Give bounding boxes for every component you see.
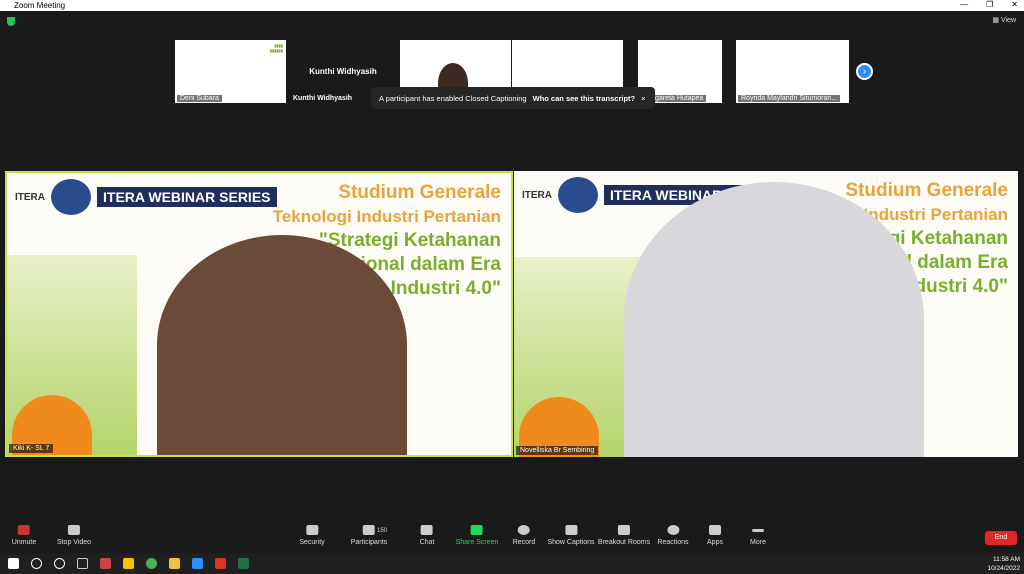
apps-icon (709, 525, 721, 535)
video-camera-icon (68, 525, 80, 535)
view-button[interactable]: ▦ View (992, 16, 1016, 24)
reactions-icon (666, 525, 679, 535)
captions-icon (565, 525, 577, 535)
close-button[interactable]: ✕ (1011, 0, 1018, 9)
muted-mic-icon (17, 525, 30, 535)
label: Reactions (657, 539, 689, 546)
participant-count: 150 (376, 528, 388, 534)
cortana-icon[interactable] (54, 558, 65, 569)
search-icon[interactable] (31, 558, 42, 569)
university-logo (51, 179, 91, 215)
file-explorer-icon[interactable] (169, 558, 180, 569)
breakout-rooms-button[interactable]: Breakout Rooms (598, 525, 650, 546)
clock-date: 10/24/2022 (987, 565, 1020, 572)
video-tile-speaker[interactable]: ITERA ITERA WEBINAR SERIES Studium Genera… (5, 171, 513, 457)
minimize-button[interactable]: — (960, 0, 968, 9)
thumbnail-tile[interactable]: ▮▮▮▮ ▮▮▮▮▮▮ Deni Subara (175, 40, 286, 103)
slide-logos: ITERA ITERA WEBINAR SERIES (15, 179, 277, 215)
maximize-button[interactable]: ❐ (986, 0, 993, 9)
sticky-notes-icon[interactable] (123, 558, 134, 569)
shield-icon (305, 525, 318, 535)
zoom-icon[interactable] (192, 558, 203, 569)
clock-time: 11:58 AM (993, 556, 1020, 563)
apps-button[interactable]: Apps (707, 525, 723, 546)
share-screen-button[interactable]: Share Screen (455, 525, 499, 546)
participant-name: Roynda Maylandri Situmoran... (738, 95, 841, 102)
transcript-link[interactable]: Who can see this transcript? (533, 94, 636, 103)
chat-icon (420, 525, 433, 535)
security-button[interactable]: Security (299, 525, 325, 546)
label: Participants (350, 539, 388, 546)
thumbnail-tile[interactable]: Roynda Maylandri Situmoran... (736, 40, 849, 103)
participant-video (624, 182, 924, 457)
windows-start-icon[interactable] (8, 558, 19, 569)
label: Chat (419, 539, 435, 546)
label: Unmute (11, 539, 37, 546)
itera-logo: ITERA (15, 191, 45, 203)
next-page-button[interactable]: › (856, 63, 873, 80)
participant-name: Kiki K- SL 7 (9, 444, 54, 453)
label: Security (299, 539, 325, 546)
label: Record (512, 539, 536, 546)
view-label: View (1000, 17, 1016, 24)
system-clock[interactable]: 11:58 AM 10/24/2022 (987, 555, 1020, 573)
label: Stop Video (56, 539, 92, 546)
reactions-button[interactable]: Reactions (657, 525, 689, 546)
participant-name: Novelliska Br Sembiring (516, 446, 599, 455)
chat-button[interactable]: Chat (419, 525, 435, 546)
task-view-icon[interactable] (77, 558, 88, 569)
participant-video (157, 235, 407, 455)
caption-notification: A participant has enabled Closed Caption… (371, 87, 655, 109)
video-tile[interactable]: ITERA ITERA WEBINAR SERIES Studium Genera… (514, 171, 1018, 457)
unmute-button[interactable]: Unmute (11, 525, 37, 546)
chrome-icon[interactable] (146, 558, 157, 569)
label: More (750, 539, 766, 546)
stop-video-button[interactable]: Stop Video (57, 525, 91, 546)
show-captions-button[interactable]: Show Captions (547, 525, 595, 546)
record-button[interactable]: Record (512, 525, 536, 546)
excel-icon[interactable] (238, 558, 249, 569)
toast-close-button[interactable]: × (641, 94, 645, 103)
title-bar: Zoom Meeting — ❐ ✕ (0, 0, 1024, 11)
slide-line: Teknologi Industri Pertanian (272, 207, 501, 226)
label: Apps (707, 539, 723, 546)
itera-logo: ITERA (522, 189, 552, 201)
encryption-shield-icon[interactable] (7, 17, 15, 26)
end-meeting-button[interactable]: End (985, 531, 1017, 545)
window-title: Zoom Meeting (14, 1, 66, 10)
share-screen-icon (471, 525, 483, 535)
record-icon (517, 525, 530, 535)
participants-icon (362, 525, 375, 535)
slide-mini: ▮▮▮▮ ▮▮▮▮▮▮ (269, 43, 283, 53)
toast-message: A participant has enabled Closed Caption… (379, 93, 527, 103)
participant-name: Kunthi Widhyasih (293, 95, 353, 102)
breakout-rooms-icon (617, 525, 630, 535)
more-button[interactable]: More (750, 525, 766, 546)
participant-display-name: Kunthi Widhyasih (309, 67, 377, 76)
windows-taskbar (0, 553, 1024, 574)
slide-line: Studium Generale (338, 182, 501, 203)
label: Breakout Rooms (597, 539, 651, 546)
label: Share Screen (455, 539, 499, 546)
acrobat-icon[interactable] (215, 558, 226, 569)
label: Show Captions (547, 539, 595, 546)
participant-name: Deni Subara (177, 95, 222, 102)
university-logo (558, 177, 598, 213)
app-icon[interactable] (100, 558, 111, 569)
more-icon (751, 529, 764, 532)
